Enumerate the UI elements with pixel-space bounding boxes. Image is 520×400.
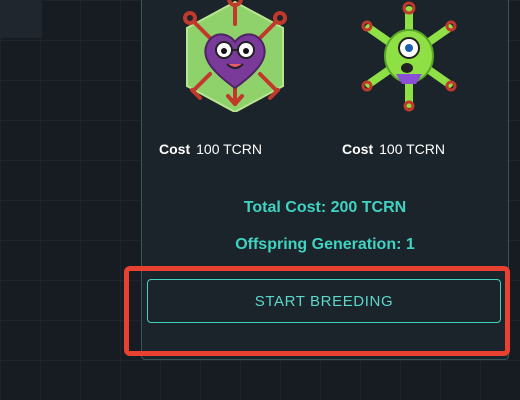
start-breeding-button[interactable]: START BREEDING xyxy=(147,279,501,323)
cost-label: Cost xyxy=(342,141,374,157)
cost-value: 100 TCRN xyxy=(196,141,263,157)
cost-value: 100 TCRN xyxy=(379,141,446,157)
background-block xyxy=(0,0,42,38)
cost-label: Cost xyxy=(159,141,191,157)
offspring-generation: Offspring Generation: 1 xyxy=(235,236,415,253)
purple-heart-creature-icon[interactable] xyxy=(170,0,300,112)
creature-1-cost: Cost 100 TCRN xyxy=(159,141,262,157)
green-cyclops-creature-icon[interactable] xyxy=(344,0,474,112)
total-cost: Total Cost: 200 TCRN xyxy=(243,199,407,216)
creature-2-cost: Cost 100 TCRN xyxy=(342,141,445,157)
